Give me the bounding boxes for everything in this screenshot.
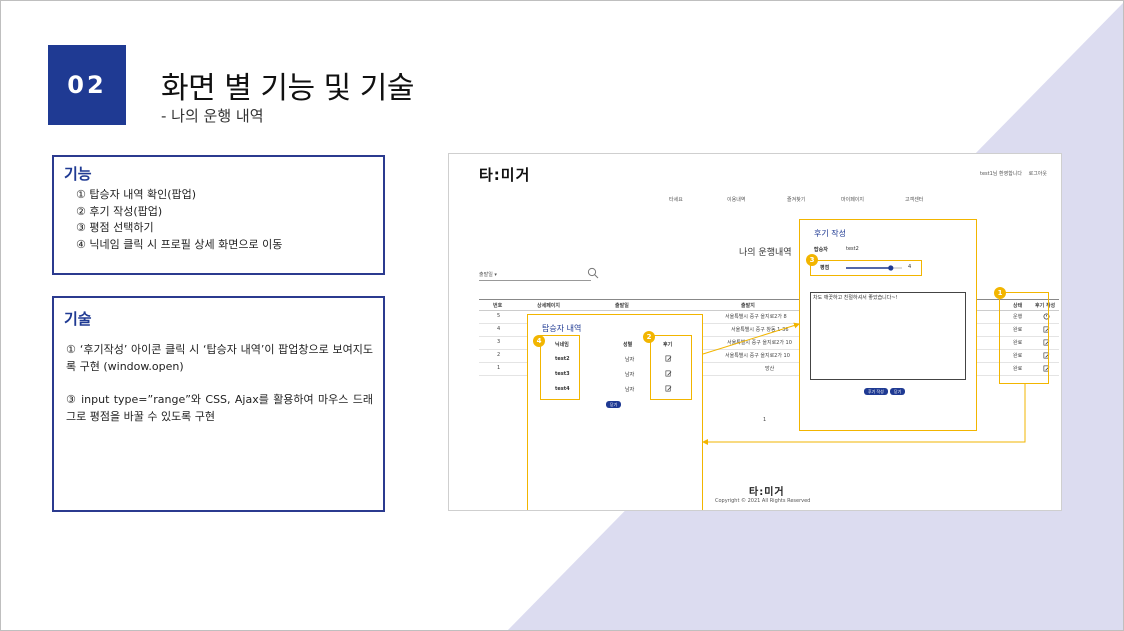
footer-copyright: Copyright © 2021 All Rights Reserved	[715, 498, 811, 504]
slide: 02 화면 별 기능 및 기술 - 나의 운행 내역 기능 ① 탑승자 내역 확…	[0, 0, 1124, 631]
app-screenshot: 타:미거 test1님 환영합니다 로그아웃 타세요 이용내역 즐겨찾기 마이페…	[448, 153, 1062, 511]
tech-item: ③ input type=”range”와 CSS, Ajax를 활용하여 마우…	[66, 393, 373, 423]
nav-item-support[interactable]: 고객센터	[905, 196, 923, 203]
passenger-value: test2	[846, 246, 859, 252]
gender-cell: 남자	[625, 357, 635, 363]
col-header: 상세페이지	[537, 303, 561, 309]
footer-logo: 타:미거	[749, 487, 785, 498]
row-no: 1	[497, 365, 501, 371]
col-header: 출발지	[741, 303, 755, 309]
col-header: 번호	[493, 303, 503, 309]
row-origin: 서울특별시 중구 을지로2가 10	[725, 353, 790, 359]
row-origin: 서울특별시 중구 을지로2가 10	[727, 340, 792, 346]
review-column-highlight	[999, 292, 1049, 384]
tech-item: ① ‘후기작성’ 아이콘 클릭 시 ‘탑승자 내역’이 팝업창으로 보여지도록 …	[66, 343, 373, 373]
feature-item: ④ 닉네임 클릭 시 프로필 상세 화면으로 이동	[76, 237, 283, 251]
passenger-popup-title: 탑승자 내역	[542, 324, 582, 333]
review-popup-title: 후기 작성	[814, 229, 846, 238]
feature-heading: 기능	[64, 165, 92, 183]
feature-item: ② 후기 작성(팝업)	[76, 204, 163, 218]
user-bar: test1님 환영합니다 로그아웃	[975, 170, 1047, 177]
pagination[interactable]: 1	[763, 417, 766, 423]
row-origin: 서울특별시 중구 창동 1-36	[731, 327, 789, 333]
page-heading: 나의 운행내역	[739, 248, 792, 258]
date-select[interactable]: 출발일 ▾	[479, 270, 591, 281]
row-no: 4	[497, 326, 501, 332]
badge-2: 2	[643, 331, 655, 343]
user-greeting: test1님 환영합니다	[980, 171, 1022, 177]
app-logo[interactable]: 타:미거	[479, 164, 530, 185]
review-close-button[interactable]: 닫기	[890, 388, 906, 395]
section-number: 02	[48, 45, 126, 125]
review-icon-highlight	[650, 335, 692, 400]
gender-cell: 남자	[625, 387, 635, 393]
rating-label: 평점	[820, 265, 830, 271]
nickname-highlight	[540, 335, 580, 400]
col-header: 성별	[623, 342, 633, 348]
feature-item: ① 탑승자 내역 확인(팝업)	[76, 188, 197, 201]
col-header: 출발일	[615, 303, 629, 309]
row-no: 5	[497, 313, 501, 319]
rating-value: 4	[908, 264, 912, 270]
tech-panel: 기술 ① ‘후기작성’ 아이콘 클릭 시 ‘탑승자 내역’이 팝업창으로 보여지…	[52, 296, 385, 512]
search-icon[interactable]	[587, 267, 599, 279]
main-nav: 타세요 이용내역 즐겨찾기 마이페이지 고객센터	[669, 196, 989, 206]
passenger-close-button[interactable]: 닫기	[606, 401, 622, 408]
row-no: 2	[497, 352, 501, 358]
badge-4: 4	[533, 335, 545, 347]
feature-list: ① 탑승자 내역 확인(팝업) ② 후기 작성(팝업) ③ 평점 선택하기 ④ …	[64, 187, 373, 253]
badge-3: 3	[806, 254, 818, 266]
row-no: 3	[497, 339, 501, 345]
rating-slider[interactable]	[844, 264, 904, 272]
logout-link[interactable]: 로그아웃	[1029, 171, 1047, 177]
slide-title: 화면 별 기능 및 기술	[161, 71, 414, 106]
tech-heading: 기술	[64, 310, 92, 328]
row-origin: 망산	[765, 366, 775, 372]
nav-item-mypage[interactable]: 마이페이지	[841, 196, 864, 203]
review-popup: 후기 작성 탑승자 test2 3 평점 4 차도 깨끗하고 친절하셔서 좋았습…	[799, 219, 977, 431]
feature-item: ③ 평점 선택하기	[76, 221, 154, 234]
review-textarea[interactable]: 차도 깨끗하고 친절하셔서 좋았습니다~!	[810, 292, 966, 380]
row-origin: 서울특별시 중구 을지로2가 8	[725, 314, 787, 320]
nav-item-favorites[interactable]: 즐겨찾기	[787, 196, 805, 203]
badge-1: 1	[994, 287, 1006, 299]
passenger-label: 탑승자	[814, 247, 828, 253]
nav-item-history[interactable]: 이용내역	[727, 196, 745, 203]
feature-panel: 기능 ① 탑승자 내역 확인(팝업) ② 후기 작성(팝업) ③ 평점 선택하기…	[52, 155, 385, 275]
passenger-popup: 탑승자 내역 닉네임 성별 후기 test2 남자 test3 남자 test4…	[527, 314, 703, 510]
gender-cell: 남자	[625, 372, 635, 378]
nav-item-ride[interactable]: 타세요	[669, 196, 683, 203]
submit-review-button[interactable]: 후기 작성	[864, 388, 888, 395]
slide-subtitle: - 나의 운행 내역	[161, 107, 264, 125]
